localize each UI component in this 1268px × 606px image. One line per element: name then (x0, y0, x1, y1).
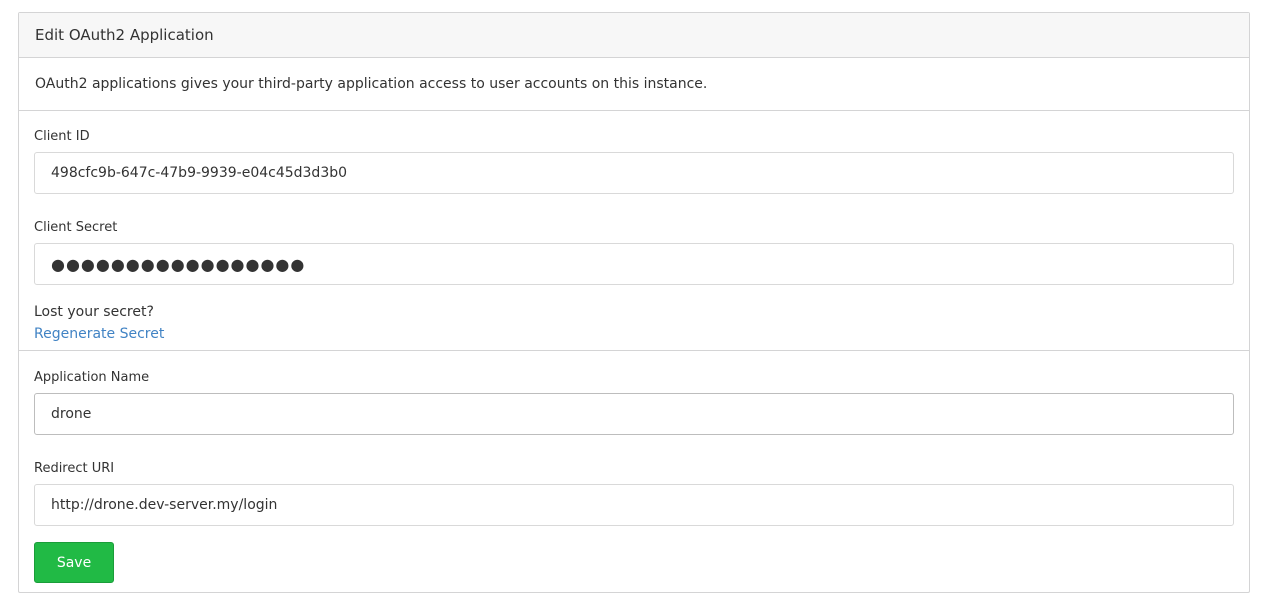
application-name-label: Application Name (34, 370, 150, 385)
intro-description: OAuth2 applications gives your third-par… (35, 76, 708, 92)
application-name-input[interactable] (34, 393, 1234, 435)
lost-secret-text: Lost your secret? (34, 304, 154, 320)
edit-oauth2-panel: Edit OAuth2 Application OAuth2 applicati… (18, 12, 1250, 593)
client-secret-label: Client Secret (34, 220, 118, 235)
redirect-uri-label: Redirect URI (34, 461, 115, 476)
client-secret-input[interactable] (34, 243, 1234, 285)
client-credentials-section: Client ID Client Secret Lost your secret… (19, 111, 1249, 351)
panel-header: Edit OAuth2 Application (19, 13, 1249, 58)
regenerate-secret-link[interactable]: Regenerate Secret (34, 326, 164, 343)
application-settings-section: Application Name Redirect URI Save (19, 351, 1249, 583)
save-button[interactable]: Save (34, 542, 114, 583)
client-id-label: Client ID (34, 129, 90, 144)
intro-text: OAuth2 applications gives your third-par… (19, 58, 1249, 111)
panel-title: Edit OAuth2 Application (35, 26, 214, 44)
redirect-uri-input[interactable] (34, 484, 1234, 526)
client-id-input[interactable] (34, 152, 1234, 194)
